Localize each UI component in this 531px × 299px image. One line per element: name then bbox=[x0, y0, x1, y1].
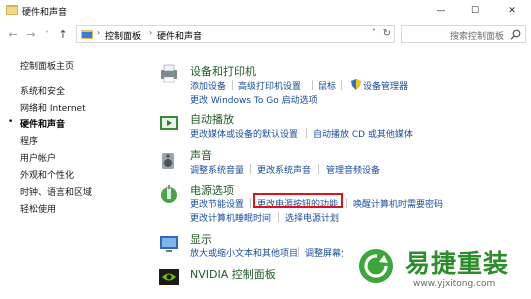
watermark-url: www.yjxitong.com bbox=[413, 279, 496, 289]
sidebar-item-user-accounts[interactable]: 用户帐户 bbox=[20, 151, 56, 164]
link-divider bbox=[278, 212, 279, 222]
sidebar-item-clock-region[interactable]: 时钟、语言和区域 bbox=[20, 185, 92, 198]
chevron-down-icon: ˅ bbox=[45, 29, 49, 39]
address-dropdown-icon[interactable]: ˅ bbox=[372, 28, 376, 37]
nvidia-icon[interactable] bbox=[158, 266, 180, 288]
device-manager-link[interactable]: 设备管理器 bbox=[363, 79, 408, 92]
sidebar-item-ease-of-access[interactable]: 轻松使用 bbox=[20, 202, 56, 215]
display-icon[interactable] bbox=[158, 233, 180, 255]
zoom-text-link[interactable]: 放大或缩小文本和其他项目 bbox=[190, 246, 298, 259]
recent-locations-button[interactable]: ˅ bbox=[40, 27, 54, 41]
navigation-bar: ← → ˅ ↑ › 控制面板 › 硬件和声音 ˅ ↻ 搜索控制面板 bbox=[0, 22, 531, 46]
link-divider bbox=[250, 198, 251, 208]
devices-printers-title[interactable]: 设备和打印机 bbox=[190, 63, 256, 79]
breadcrumb-separator-icon: › bbox=[97, 28, 101, 37]
link-divider bbox=[306, 128, 307, 138]
highlight-box bbox=[253, 193, 343, 208]
sidebar-item-appearance[interactable]: 外观和个性化 bbox=[20, 168, 74, 181]
sound-title[interactable]: 声音 bbox=[190, 147, 212, 163]
title-bar: 硬件和声音 — ☐ ✕ bbox=[0, 0, 531, 22]
link-divider bbox=[298, 247, 299, 257]
search-box[interactable]: 搜索控制面板 bbox=[401, 25, 526, 43]
mouse-link[interactable]: 鼠标 bbox=[318, 79, 336, 92]
refresh-logo-icon bbox=[359, 249, 393, 283]
link-divider bbox=[341, 80, 342, 90]
change-power-saving-link[interactable]: 更改节能设置 bbox=[190, 197, 244, 210]
speaker-icon[interactable] bbox=[158, 149, 180, 171]
search-placeholder: 搜索控制面板 bbox=[450, 32, 505, 42]
active-bullet-icon: • bbox=[8, 117, 14, 127]
link-divider bbox=[318, 164, 319, 174]
watermark-brand: 易捷重装 bbox=[405, 249, 510, 278]
devices-printers-icon[interactable] bbox=[158, 62, 180, 84]
manage-audio-devices-link[interactable]: 管理音频设备 bbox=[326, 163, 380, 176]
minimize-icon: — bbox=[436, 6, 446, 16]
sidebar-item-programs[interactable]: 程序 bbox=[20, 134, 38, 147]
shield-icon bbox=[351, 79, 361, 90]
add-device-link[interactable]: 添加设备 bbox=[190, 79, 226, 92]
display-title[interactable]: 显示 bbox=[190, 231, 212, 247]
minimize-button[interactable]: — bbox=[426, 0, 456, 22]
adjust-volume-link[interactable]: 调整系统音量 bbox=[190, 163, 244, 176]
breadcrumb-control-panel[interactable]: 控制面板 bbox=[105, 29, 141, 42]
close-button[interactable]: ✕ bbox=[497, 0, 527, 22]
search-icon[interactable] bbox=[510, 29, 521, 40]
up-button[interactable]: ↑ bbox=[56, 27, 70, 41]
autoplay-title[interactable]: 自动播放 bbox=[190, 111, 234, 127]
advanced-printer-setup-link[interactable]: 高级打印机设置 bbox=[238, 79, 301, 92]
refresh-icon[interactable]: ↻ bbox=[383, 28, 391, 39]
address-bar[interactable]: › 控制面板 › 硬件和声音 ˅ ↻ bbox=[76, 25, 395, 43]
link-divider bbox=[312, 80, 313, 90]
back-arrow-icon: ← bbox=[8, 27, 18, 41]
link-divider bbox=[250, 164, 251, 174]
choose-power-plan-link[interactable]: 选择电源计划 bbox=[285, 211, 339, 224]
control-panel-folder-icon bbox=[81, 30, 93, 39]
link-divider bbox=[346, 198, 347, 208]
sidebar-item-home[interactable]: 控制面板主页 bbox=[20, 59, 74, 72]
breadcrumb-separator-icon: › bbox=[149, 28, 153, 37]
nvidia-title[interactable]: NVIDIA 控制面板 bbox=[190, 266, 276, 282]
windows-to-go-link[interactable]: 更改 Windows To Go 启动选项 bbox=[190, 93, 318, 106]
link-divider bbox=[232, 80, 233, 90]
power-options-title[interactable]: 电源选项 bbox=[190, 182, 234, 198]
breadcrumb-hardware-sound[interactable]: 硬件和声音 bbox=[157, 29, 202, 42]
sidebar-item-network[interactable]: 网络和 Internet bbox=[20, 101, 86, 114]
require-password-wake-link[interactable]: 唤醒计算机时需要密码 bbox=[353, 197, 443, 210]
close-icon: ✕ bbox=[508, 6, 516, 16]
autoplay-icon[interactable] bbox=[158, 112, 180, 134]
back-button[interactable]: ← bbox=[6, 27, 20, 41]
autoplay-cd-link[interactable]: 自动播放 CD 或其他媒体 bbox=[313, 127, 413, 140]
maximize-button[interactable]: ☐ bbox=[460, 0, 490, 22]
forward-button[interactable]: → bbox=[24, 27, 38, 41]
change-system-sounds-link[interactable]: 更改系统声音 bbox=[257, 163, 311, 176]
sidebar-item-system-security[interactable]: 系统和安全 bbox=[20, 84, 65, 97]
change-media-defaults-link[interactable]: 更改媒体或设备的默认设置 bbox=[190, 127, 298, 140]
up-arrow-icon: ↑ bbox=[58, 27, 68, 41]
window-title: 硬件和声音 bbox=[22, 8, 68, 18]
change-sleep-time-link[interactable]: 更改计算机睡眠时间 bbox=[190, 211, 271, 224]
maximize-icon: ☐ bbox=[470, 6, 480, 16]
control-panel-icon bbox=[6, 5, 18, 15]
sidebar-item-hardware-sound[interactable]: 硬件和声音 bbox=[20, 117, 65, 130]
forward-arrow-icon: → bbox=[26, 27, 36, 41]
watermark: 易捷重装 www.yjxitong.com bbox=[343, 238, 531, 299]
power-options-icon[interactable] bbox=[158, 183, 180, 205]
